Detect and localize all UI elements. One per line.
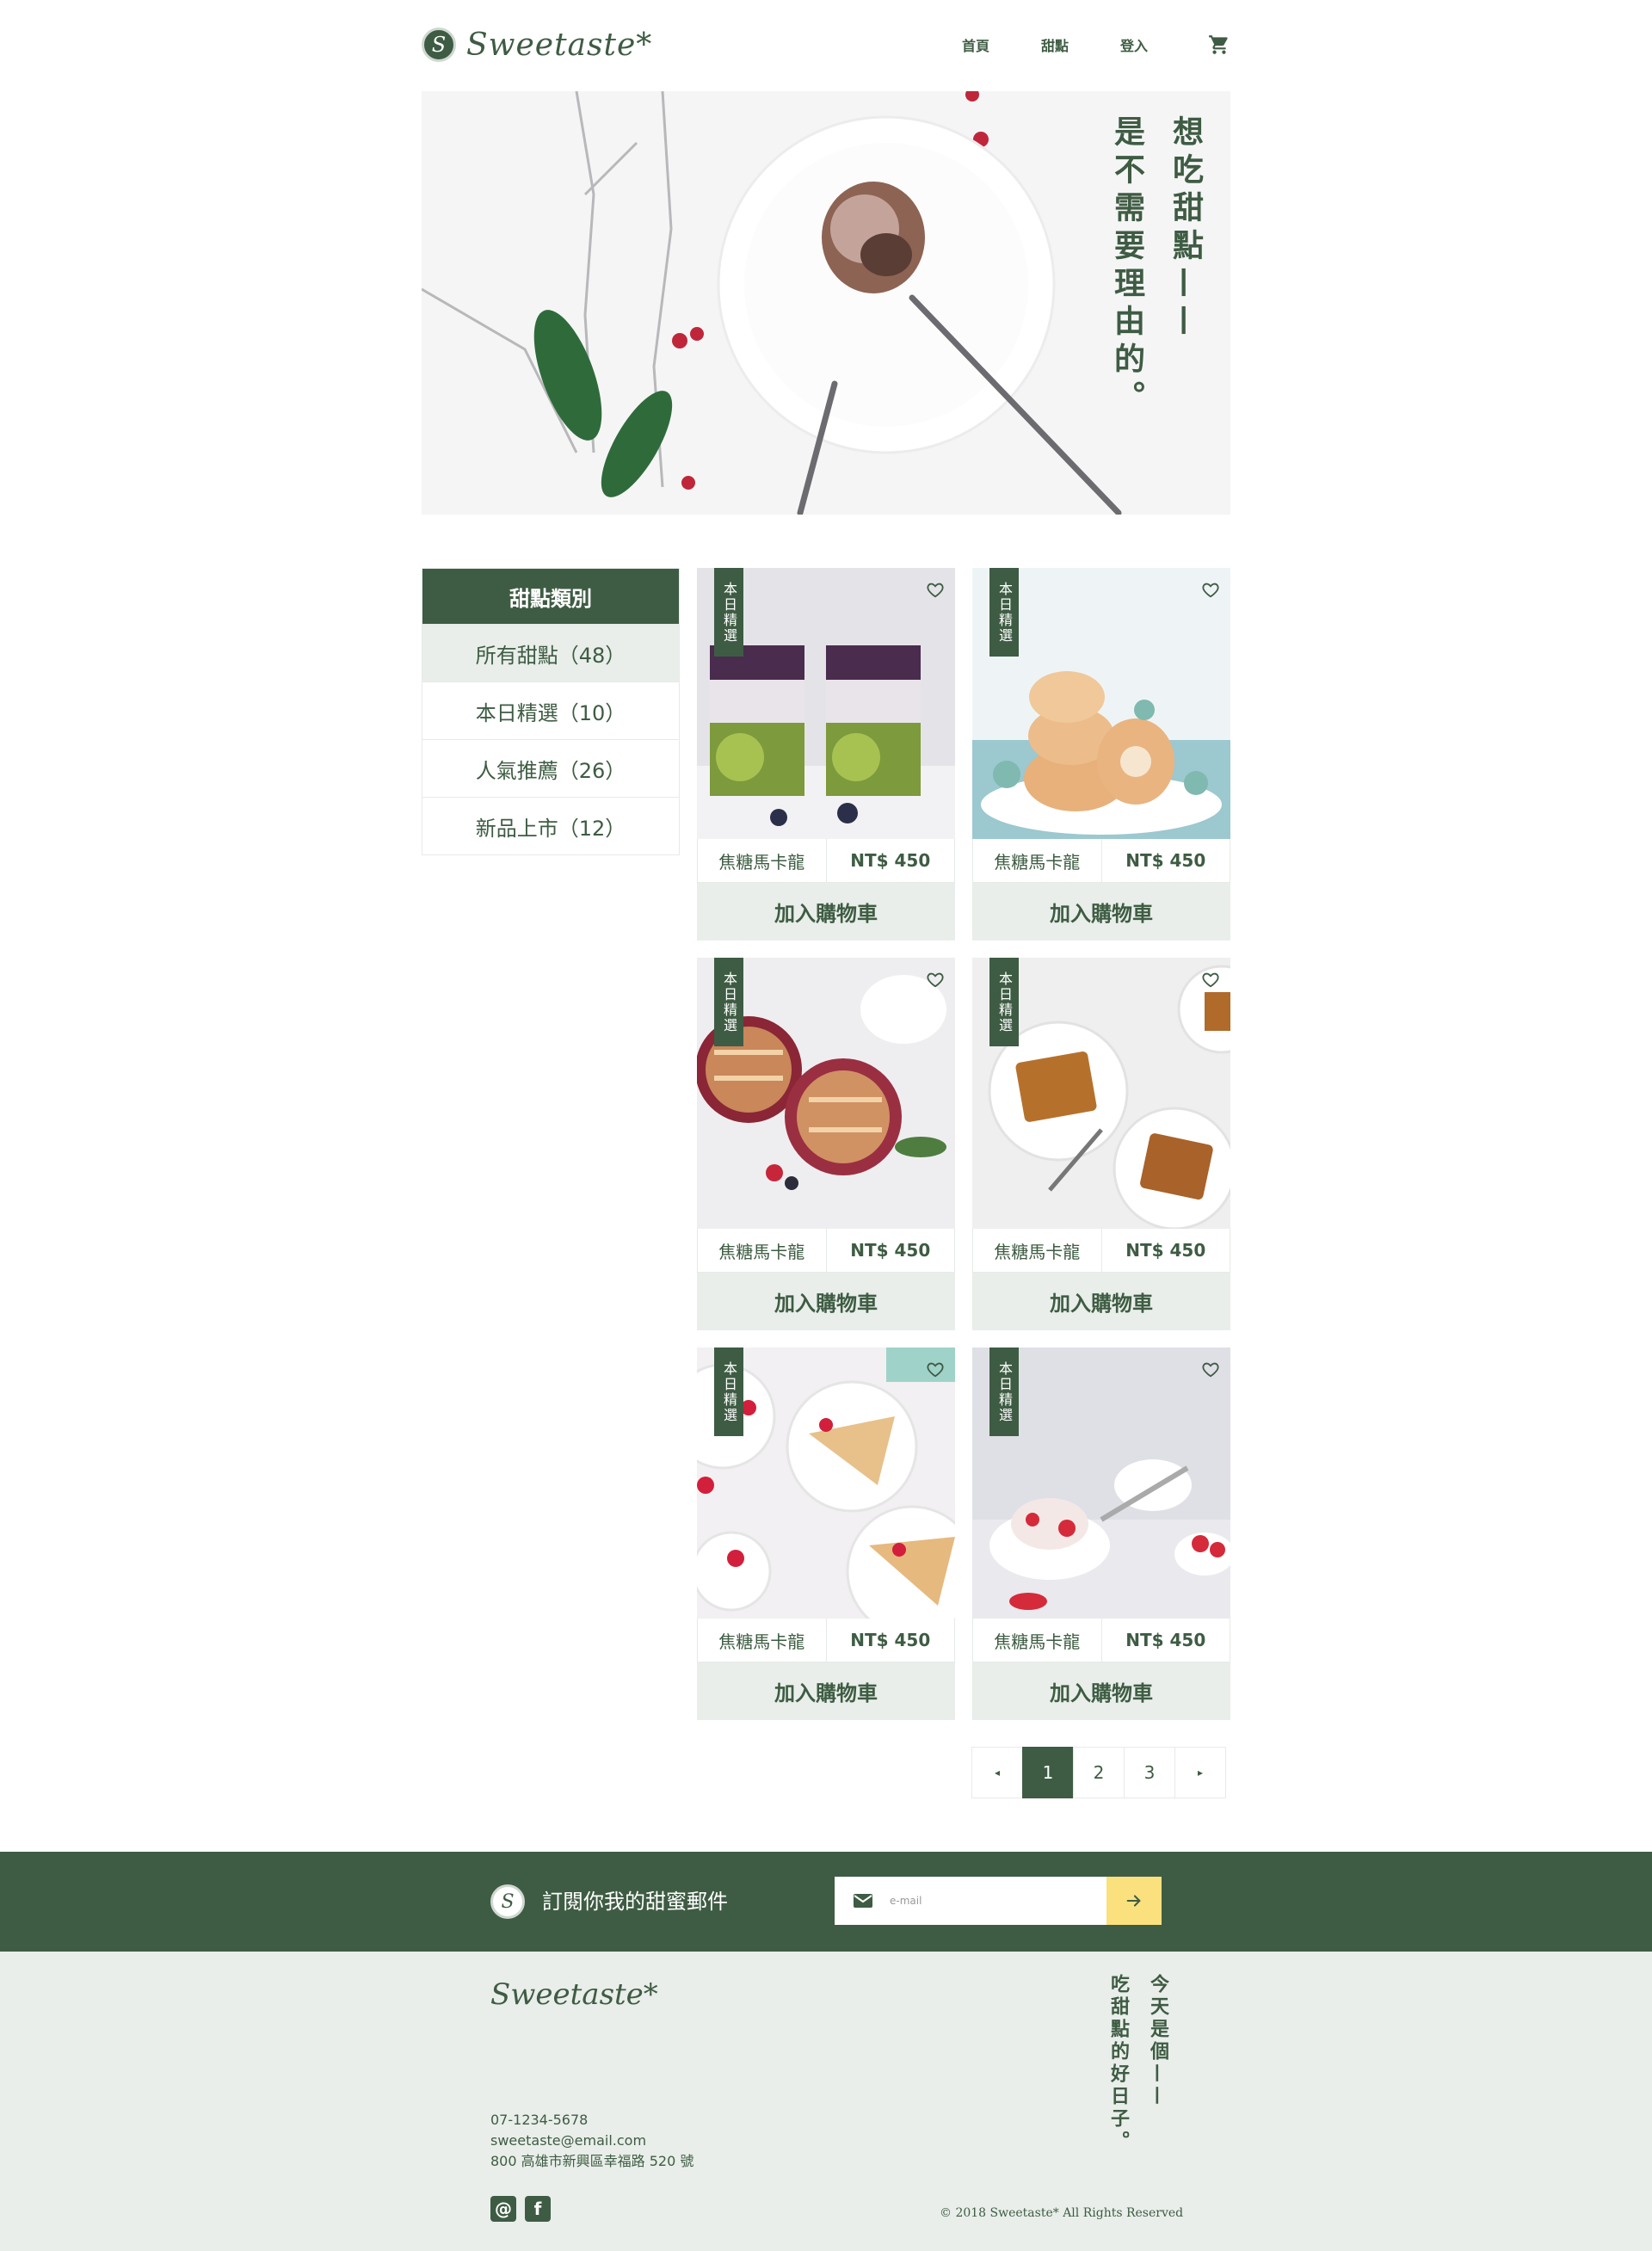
line-icon[interactable]: @ — [490, 2196, 516, 2222]
heart-icon[interactable] — [1201, 580, 1220, 599]
cart-icon[interactable] — [1208, 34, 1230, 56]
email-input[interactable] — [890, 1895, 1096, 1907]
product-info: 焦糖馬卡龍 NT$ 450 — [972, 1619, 1230, 1662]
product-info: 焦糖馬卡龍 NT$ 450 — [697, 1619, 955, 1662]
footer-slogan-line-2: 吃甜點的好日子。 — [1107, 1974, 1130, 2153]
main-nav: 首頁 甜點 登入 — [910, 24, 1230, 65]
footer-slogan: 今天是個—— 吃甜點的好日子。 — [1093, 1974, 1172, 2153]
footer-email: sweetaste@email.com — [490, 2132, 647, 2149]
product-name: 焦糖馬卡龍 — [973, 1229, 1102, 1272]
heart-icon[interactable] — [1201, 1360, 1220, 1378]
subscribe-button[interactable] — [1106, 1877, 1162, 1925]
hero-banner: 想吃甜點—— 是不需要理由的。 — [422, 91, 1230, 515]
page-3-button[interactable]: 3 — [1124, 1747, 1175, 1798]
footer-phone: 07-1234-5678 — [490, 2112, 589, 2128]
chevron-right-icon[interactable]: ▸ — [1174, 1747, 1226, 1798]
add-to-cart-button[interactable]: 加入購物車 — [972, 1273, 1230, 1330]
page-1-button[interactable]: 1 — [1022, 1747, 1074, 1798]
site-header: S Sweetaste* 首頁 甜點 登入 — [422, 24, 1230, 65]
nav-home[interactable]: 首頁 — [962, 34, 989, 55]
brand-name: Sweetaste* — [466, 27, 653, 63]
featured-badge: 本日精選 — [714, 958, 743, 1046]
product-card: 本日精選 焦糖馬卡龍 NT$ 450 加入購物車 — [697, 1348, 955, 1720]
subscribe-bar: S 訂閱你我的甜蜜郵件 — [0, 1852, 1652, 1952]
product-card: 本日精選 焦糖馬卡龍 NT$ 450 加入購物車 — [972, 568, 1230, 940]
heart-icon[interactable] — [926, 970, 945, 989]
subscribe-logo-icon: S — [490, 1884, 525, 1919]
product-price: NT$ 450 — [1125, 1240, 1206, 1261]
product-price: NT$ 450 — [1125, 1630, 1206, 1650]
add-to-cart-button[interactable]: 加入購物車 — [697, 1662, 955, 1720]
product-info: 焦糖馬卡龍 NT$ 450 — [697, 1229, 955, 1273]
category-title: 甜點類別 — [422, 569, 679, 624]
product-card: 本日精選 焦糖馬卡龍 NT$ 450 加入購物車 — [972, 958, 1230, 1330]
featured-badge: 本日精選 — [989, 568, 1019, 657]
mail-icon — [854, 1894, 872, 1908]
logo-mark-icon: S — [422, 28, 456, 62]
hero-line-2: 是不需要理由的。 — [1109, 115, 1145, 418]
add-to-cart-button[interactable]: 加入購物車 — [972, 1662, 1230, 1720]
category-featured[interactable]: 本日精選（10） — [422, 681, 679, 739]
add-to-cart-button[interactable]: 加入購物車 — [972, 883, 1230, 940]
product-price: NT$ 450 — [850, 1630, 931, 1650]
product-name: 焦糖馬卡龍 — [698, 1619, 827, 1662]
add-to-cart-button[interactable]: 加入購物車 — [697, 1273, 955, 1330]
category-all[interactable]: 所有甜點（48） — [422, 624, 679, 681]
product-name: 焦糖馬卡龍 — [973, 839, 1102, 882]
page-2-button[interactable]: 2 — [1073, 1747, 1125, 1798]
product-info: 焦糖馬卡龍 NT$ 450 — [972, 839, 1230, 883]
product-info: 焦糖馬卡龍 NT$ 450 — [972, 1229, 1230, 1273]
site-footer: Sweetaste* 07-1234-5678 sweetaste@email.… — [0, 1952, 1652, 2251]
product-name: 焦糖馬卡龍 — [698, 839, 827, 882]
footer-contact: 07-1234-5678 sweetaste@email.com 800 高雄市… — [490, 2110, 693, 2172]
product-card: 本日精選 焦糖馬卡龍 NT$ 450 加入購物車 — [697, 958, 955, 1330]
subscribe-form — [835, 1877, 1162, 1925]
pagination: ◂ 1 2 3 ▸ — [971, 1747, 1226, 1798]
product-image[interactable]: 本日精選 — [697, 1348, 955, 1619]
brand-logo[interactable]: S Sweetaste* — [422, 24, 652, 65]
product-name: 焦糖馬卡龍 — [698, 1229, 827, 1272]
add-to-cart-button[interactable]: 加入購物車 — [697, 883, 955, 940]
product-card: 本日精選 焦糖馬卡龍 NT$ 450 加入購物車 — [972, 1348, 1230, 1720]
category-new[interactable]: 新品上市（12） — [422, 797, 679, 854]
chevron-left-icon[interactable]: ◂ — [971, 1747, 1023, 1798]
hero-line-1: 想吃甜點—— — [1168, 115, 1204, 342]
featured-badge: 本日精選 — [714, 568, 743, 657]
product-image[interactable]: 本日精選 — [972, 958, 1230, 1229]
nav-login[interactable]: 登入 — [1120, 34, 1148, 55]
subscribe-title: 訂閱你我的甜蜜郵件 — [542, 1890, 728, 1914]
product-price: NT$ 450 — [850, 1240, 931, 1261]
featured-badge: 本日精選 — [714, 1348, 743, 1436]
facebook-icon[interactable]: f — [525, 2196, 551, 2222]
category-popular[interactable]: 人氣推薦（26） — [422, 739, 679, 797]
email-field-wrap — [835, 1877, 1106, 1925]
footer-slogan-line-1: 今天是個—— — [1147, 1974, 1169, 2108]
footer-logo: Sweetaste* — [490, 1977, 658, 2012]
featured-badge: 本日精選 — [989, 1348, 1019, 1436]
product-image[interactable]: 本日精選 — [697, 958, 955, 1229]
featured-badge: 本日精選 — [989, 958, 1019, 1046]
product-image[interactable]: 本日精選 — [972, 1348, 1230, 1619]
nav-desserts[interactable]: 甜點 — [1041, 34, 1069, 55]
product-price: NT$ 450 — [1125, 850, 1206, 871]
copyright: © 2018 Sweetaste* All Rights Reserved — [940, 2206, 1184, 2220]
category-sidebar: 甜點類別 所有甜點（48） 本日精選（10） 人氣推薦（26） 新品上市（12） — [422, 568, 680, 855]
product-name: 焦糖馬卡龍 — [973, 1619, 1102, 1662]
product-card: 本日精選 焦糖馬卡龍 NT$ 450 加入購物車 — [697, 568, 955, 940]
arrow-right-icon — [1126, 1895, 1141, 1907]
hero-slogan: 想吃甜點—— 是不需要理由的。 — [1091, 115, 1208, 418]
heart-icon[interactable] — [926, 580, 945, 599]
product-image[interactable]: 本日精選 — [697, 568, 955, 839]
heart-icon[interactable] — [926, 1360, 945, 1378]
product-image[interactable]: 本日精選 — [972, 568, 1230, 839]
product-price: NT$ 450 — [850, 850, 931, 871]
heart-icon[interactable] — [1201, 970, 1220, 989]
footer-address: 800 高雄市新興區幸福路 520 號 — [490, 2153, 694, 2169]
product-info: 焦糖馬卡龍 NT$ 450 — [697, 839, 955, 883]
social-links: @ f — [490, 2196, 559, 2222]
